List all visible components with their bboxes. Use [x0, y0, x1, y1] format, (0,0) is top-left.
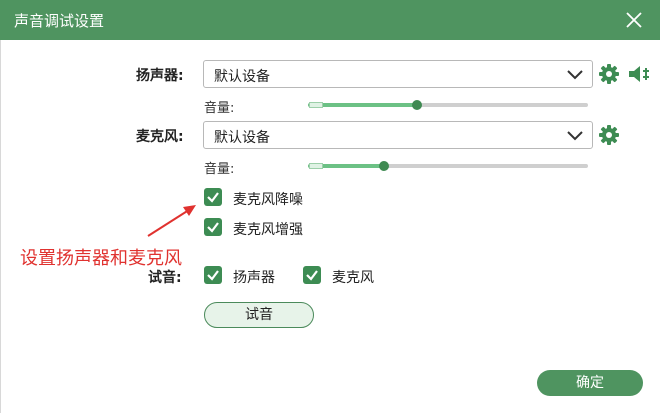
check-icon — [306, 270, 318, 281]
test-mic-label: 麦克风 — [332, 270, 374, 286]
title-bar: 声音调试设置 — [0, 0, 660, 40]
check-icon — [207, 270, 219, 281]
test-mic-checkbox[interactable] — [303, 266, 321, 284]
slider-thumb[interactable] — [412, 100, 423, 110]
noise-reduction-checkbox[interactable] — [204, 188, 222, 206]
mic-settings-gear-icon[interactable] — [598, 124, 620, 146]
test-speaker-label: 扬声器 — [233, 270, 275, 286]
window-title: 声音调试设置 — [14, 12, 105, 30]
mic-label: 麦克风: — [136, 129, 184, 145]
test-sound-button[interactable]: 试音 — [204, 302, 314, 328]
speaker-volume-slider[interactable] — [308, 98, 588, 112]
test-label: 试音: — [148, 270, 182, 286]
speaker-settings-gear-icon[interactable] — [598, 63, 620, 85]
mic-boost-label: 麦克风增强 — [233, 222, 303, 238]
slider-fill — [308, 103, 418, 107]
dialog-body — [0, 40, 660, 413]
speaker-device-value: 默认设备 — [214, 69, 270, 85]
mic-volume-slider[interactable] — [308, 159, 588, 173]
check-icon — [207, 192, 219, 203]
mic-volume-label: 音量: — [204, 162, 235, 177]
speaker-volume-icon[interactable] — [627, 63, 651, 85]
speaker-volume-label: 音量: — [204, 101, 235, 116]
level-meter — [309, 102, 323, 108]
annotation-arrow-icon — [147, 205, 196, 237]
speaker-label: 扬声器: — [136, 68, 184, 84]
check-icon — [207, 222, 219, 233]
chevron-down-icon — [567, 70, 583, 80]
mic-device-select[interactable]: 默认设备 — [203, 121, 593, 149]
close-icon[interactable] — [622, 8, 646, 32]
slider-thumb[interactable] — [378, 161, 389, 171]
mic-boost-checkbox[interactable] — [204, 218, 222, 236]
level-meter — [309, 163, 323, 169]
confirm-button[interactable]: 确定 — [537, 370, 643, 396]
speaker-device-select[interactable]: 默认设备 — [203, 60, 593, 88]
test-speaker-checkbox[interactable] — [204, 266, 222, 284]
chevron-down-icon — [567, 131, 583, 141]
noise-reduction-label: 麦克风降噪 — [233, 192, 303, 208]
mic-device-value: 默认设备 — [214, 130, 270, 146]
